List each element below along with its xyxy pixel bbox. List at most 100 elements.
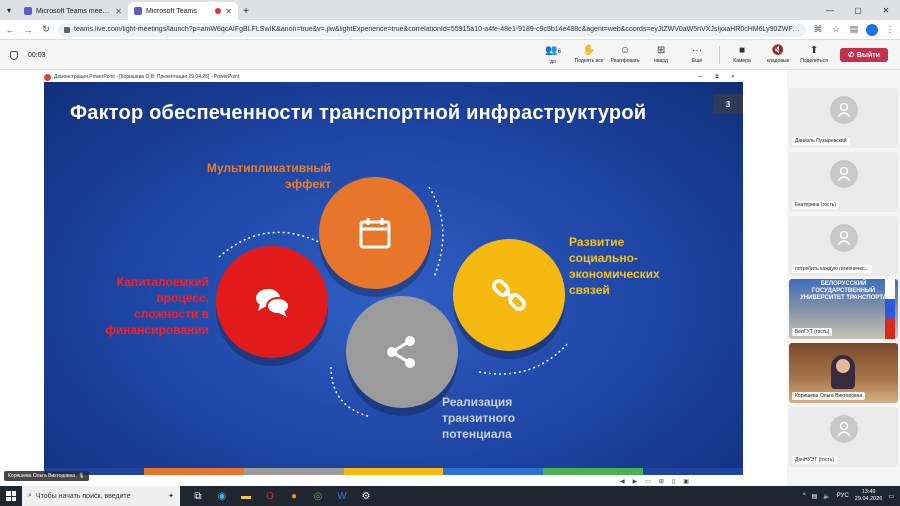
color-stripe xyxy=(143,468,244,475)
extensions-icon[interactable]: ▤ xyxy=(848,24,860,35)
close-icon[interactable]: ✕ xyxy=(115,7,122,16)
tray-chevron-icon[interactable]: ^ xyxy=(803,493,806,499)
react-label: Реагировать xyxy=(610,58,640,64)
firefox-icon[interactable]: ● xyxy=(284,486,304,506)
participant-name: потребить каждую гигиеничес... xyxy=(792,265,872,273)
slide-title: Фактор обеспеченности транспортной инфра… xyxy=(70,102,647,124)
normal-view-icon[interactable]: ▭ xyxy=(645,478,651,485)
participant-video-tile[interactable]: БЕЛОРУССКИЙ ГОСУДАРСТВЕННЫЙ УНИВЕРСИТЕТ … xyxy=(789,279,898,339)
shield-icon xyxy=(10,50,18,60)
participant-tile[interactable]: ДонНУЭТ (гость) xyxy=(789,407,898,467)
people-label: до xyxy=(550,58,556,65)
window-controls: — ▢ ✕ xyxy=(816,0,900,20)
notifications-icon[interactable]: ▭ xyxy=(888,493,894,500)
next-slide-icon[interactable]: ▶ xyxy=(633,478,638,485)
reload-icon[interactable]: ↻ xyxy=(40,24,52,35)
clock-time: 13:49 xyxy=(861,489,876,495)
presenter-name-chip: Коришева Ольга Викторовна 🎙 xyxy=(4,471,89,481)
url-field[interactable]: teams.live.com/light-meetings/launch?p=a… xyxy=(58,22,806,37)
restore-icon: ⧉ xyxy=(715,74,719,80)
person-icon xyxy=(837,230,851,246)
search-icon: ⌕ xyxy=(28,492,32,499)
menu-icon[interactable]: ⋮ xyxy=(884,24,896,35)
circle-orange xyxy=(319,177,431,289)
start-button[interactable] xyxy=(0,486,22,506)
language-indicator[interactable]: РУС xyxy=(837,493,849,499)
meeting-toolbar: 00:03 👥6 до ✋ Поднять все ☺ Реагировать … xyxy=(0,41,900,70)
reading-view-icon[interactable]: ▯ xyxy=(672,478,675,485)
prev-slide-icon[interactable]: ◀ xyxy=(620,478,625,485)
leave-button[interactable]: ✆ Выйти xyxy=(840,48,888,62)
sorter-view-icon[interactable]: ⊞ xyxy=(659,478,664,485)
minimize-icon[interactable]: — xyxy=(816,0,844,20)
powerpoint-icon xyxy=(44,73,51,81)
avatar xyxy=(830,224,858,252)
participant-tile[interactable]: потребить каждую гигиеничес... xyxy=(789,216,898,276)
bookmark-star-icon[interactable]: ☆ xyxy=(830,24,842,35)
grid-icon: ⊞ xyxy=(656,45,666,56)
volume-icon[interactable]: 🔈 xyxy=(823,493,830,500)
translate-icon[interactable]: ⌘ xyxy=(812,24,824,35)
site-info-icon[interactable] xyxy=(64,26,70,33)
more-label: Ещё xyxy=(691,58,703,64)
camera-off-icon: ■ xyxy=(739,45,746,56)
raise-hand-button[interactable]: ✋ Поднять все xyxy=(571,46,607,65)
participant-name: Даниэль Пузыревский xyxy=(792,137,850,145)
new-tab-button[interactable]: + xyxy=(238,2,254,20)
avatar xyxy=(830,160,858,188)
more-button[interactable]: ··· Ещё xyxy=(679,45,715,65)
forward-icon[interactable]: → xyxy=(22,25,34,35)
tab-teams-meeting[interactable]: Microsoft Teams meeting | Mic ✕ xyxy=(18,2,128,20)
slide-number: 3 xyxy=(713,94,743,114)
teams-icon xyxy=(24,7,32,15)
close-icon[interactable]: ✕ xyxy=(225,7,232,16)
powerpoint-titlebar: Демонстрация PowerPoint - [Коришева О.В.… xyxy=(44,72,743,82)
camera-button[interactable]: ■ Камера xyxy=(724,45,760,65)
people-icon: 👥6 xyxy=(545,44,561,56)
settings-icon[interactable]: ⚙ xyxy=(356,486,376,506)
participant-name: Екатерина (гость) xyxy=(792,201,840,209)
circle-yellow xyxy=(453,239,565,351)
slide-color-stripes xyxy=(44,468,744,475)
participant-count: 6 xyxy=(557,48,561,55)
mic-button[interactable]: 🔇 кладовые xyxy=(760,46,796,65)
slideshow-icon[interactable]: ▣ xyxy=(683,478,689,485)
search-highlight-icon: ✦ xyxy=(168,493,174,500)
more-icon: ··· xyxy=(692,45,703,56)
profile-avatar[interactable] xyxy=(866,23,878,36)
clock[interactable]: 13:49 29.04.2026 xyxy=(855,489,883,503)
share-label: Поделиться xyxy=(800,58,828,64)
label-socio-economic: Развитие социально- экономических связей xyxy=(569,235,660,297)
view-button[interactable]: ⊞ ивард xyxy=(643,45,679,65)
label-transit-potential: Реализация транзитного потенциала xyxy=(442,395,516,441)
taskbar-search[interactable]: ⌕ Чтобы начать поиск, введите ✦ xyxy=(22,486,180,506)
participant-tile[interactable]: Даниэль Пузыревский xyxy=(789,88,898,148)
video-banner-text: БЕЛОРУССКИЙ ГОСУДАРСТВЕННЫЙ УНИВЕРСИТЕТ … xyxy=(800,281,887,301)
participant-name: БелГУТ (гость) xyxy=(792,328,833,336)
presenter-name: Коришева Ольга Викторовна xyxy=(8,473,76,479)
participants-panel: Даниэль Пузыревский Екатерина (гость) по… xyxy=(787,70,900,486)
color-stripe xyxy=(343,468,444,475)
calendar-icon xyxy=(359,218,391,249)
leave-label: Выйти xyxy=(856,51,880,59)
react-button[interactable]: ☺ Реагировать xyxy=(607,46,643,65)
network-icon[interactable]: ▤ xyxy=(812,493,818,500)
chrome-icon[interactable]: ◎ xyxy=(308,486,328,506)
share-button[interactable]: ⬆ Поделиться xyxy=(796,46,832,65)
opera-icon[interactable]: O xyxy=(260,486,280,506)
tab-teams[interactable]: Microsoft Teams ✕ xyxy=(128,2,238,20)
close-icon: ✕ xyxy=(730,74,735,80)
file-explorer-icon[interactable]: ▬ xyxy=(236,486,256,506)
maximize-icon[interactable]: ▢ xyxy=(844,0,872,20)
participant-video-tile[interactable]: Коришева Ольга Викторовна xyxy=(789,343,898,403)
task-view-icon[interactable]: ⧉ xyxy=(188,486,208,506)
word-icon[interactable]: W xyxy=(332,486,352,506)
tab-list-icon[interactable]: ▾ xyxy=(0,0,18,20)
edge-icon[interactable]: ◉ xyxy=(212,486,232,506)
back-icon[interactable]: ← xyxy=(4,25,16,35)
close-window-icon[interactable]: ✕ xyxy=(872,0,900,20)
people-button[interactable]: 👥6 до xyxy=(535,44,571,65)
participant-tile[interactable]: Екатерина (гость) xyxy=(789,152,898,212)
clock-date: 29.04.2026 xyxy=(854,496,883,502)
color-stripe xyxy=(443,468,544,475)
